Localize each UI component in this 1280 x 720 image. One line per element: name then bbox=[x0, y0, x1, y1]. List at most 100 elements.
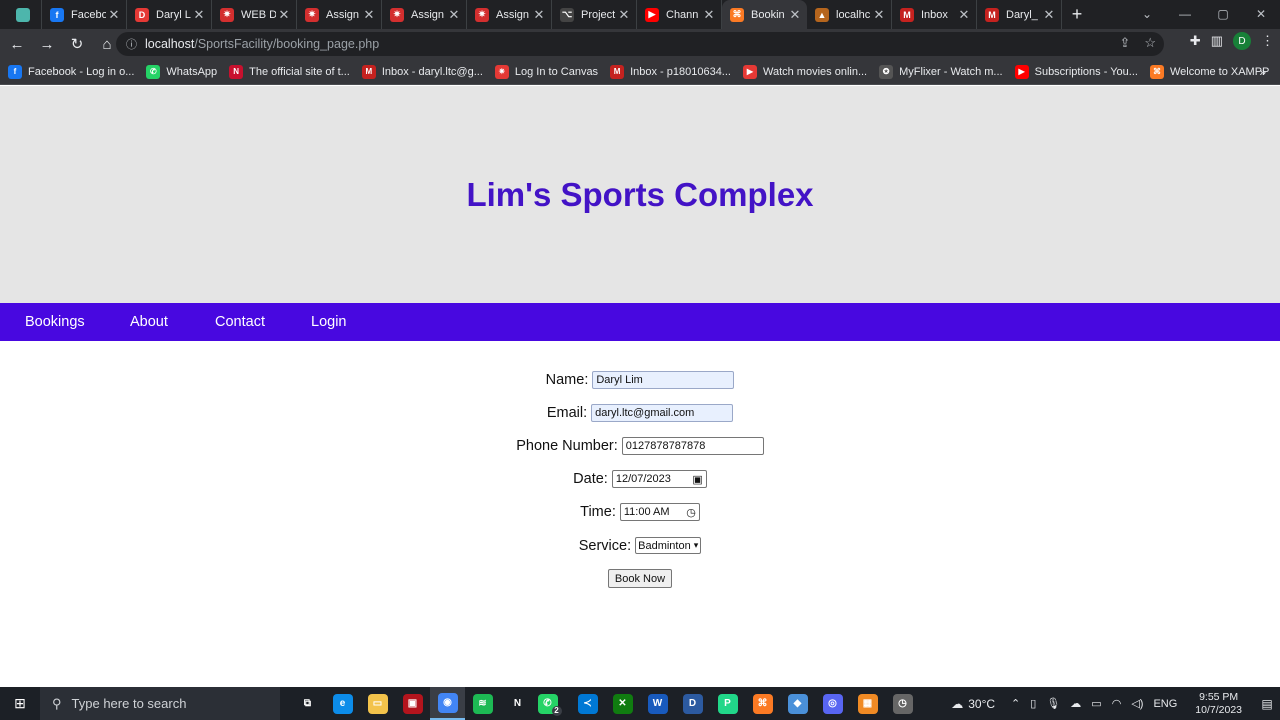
nav-about[interactable]: About bbox=[130, 314, 168, 330]
browser-tab[interactable]: f Facebo ✕ bbox=[42, 0, 127, 29]
taskbar-file-explorer-icon[interactable]: ▭ bbox=[360, 687, 395, 720]
taskbar-devc-icon[interactable]: D bbox=[675, 687, 710, 720]
back-button[interactable]: ← bbox=[4, 31, 30, 57]
browser-tab[interactable]: ✷ WEB D ✕ bbox=[212, 0, 297, 29]
taskbar-vscode-icon[interactable]: ≺ bbox=[570, 687, 605, 720]
tab-close-icon[interactable]: ✕ bbox=[191, 7, 207, 23]
menu-icon[interactable]: ⋮ bbox=[1261, 33, 1274, 49]
extensions-icon[interactable]: ✚ bbox=[1190, 33, 1201, 49]
taskbar-spotify-icon[interactable]: ≋ bbox=[465, 687, 500, 720]
tab-close-icon[interactable]: ✕ bbox=[616, 7, 632, 23]
taskbar-app-red-icon[interactable]: ▣ bbox=[395, 687, 430, 720]
language-indicator[interactable]: ENG bbox=[1153, 698, 1177, 710]
close-window-button[interactable]: ✕ bbox=[1242, 0, 1280, 29]
taskbar-whatsapp-icon[interactable]: ✆ 2 bbox=[535, 687, 570, 720]
windows-start-icon[interactable]: ⊞ bbox=[0, 687, 40, 720]
taskbar-edge-icon[interactable]: e bbox=[325, 687, 360, 720]
browser-tab[interactable]: M Inbox ✕ bbox=[892, 0, 977, 29]
bookmark-item[interactable]: N The official site of t... bbox=[229, 64, 350, 79]
bookmark-item[interactable]: M Inbox - p18010634... bbox=[610, 64, 731, 79]
browser-tab[interactable]: D Daryl L ✕ bbox=[127, 0, 212, 29]
taskbar-pycharm-icon[interactable]: P bbox=[710, 687, 745, 720]
date-input[interactable]: 12/07/2023 ▣ bbox=[611, 470, 707, 488]
notification-icon[interactable]: ▤ bbox=[1254, 697, 1280, 711]
minimize-button[interactable]: — bbox=[1166, 0, 1204, 29]
taskbar-discord-icon[interactable]: ◎ bbox=[815, 687, 850, 720]
tab-close-icon[interactable]: ✕ bbox=[871, 7, 887, 23]
tab-close-icon[interactable]: ✕ bbox=[701, 7, 717, 23]
tab-close-icon[interactable]: ✕ bbox=[956, 7, 972, 23]
wifi-icon[interactable]: ◠ bbox=[1112, 697, 1122, 710]
nav-login[interactable]: Login bbox=[311, 314, 346, 330]
book-now-button[interactable]: Book Now bbox=[607, 569, 673, 588]
share-icon[interactable]: ⇪ bbox=[1119, 35, 1130, 51]
browser-tab[interactable] bbox=[8, 0, 42, 29]
microphone-icon[interactable]: 🎙︎ bbox=[1046, 697, 1060, 710]
reload-button[interactable]: ↻ bbox=[64, 31, 90, 57]
bookmarks-overflow-icon[interactable]: » bbox=[1259, 65, 1266, 79]
calendar-icon[interactable]: ▣ bbox=[692, 473, 702, 486]
service-select[interactable]: Badminton ▾ bbox=[635, 537, 702, 554]
taskbar-chrome-icon[interactable]: ◉ bbox=[430, 687, 465, 720]
side-panel-icon[interactable]: ▥ bbox=[1211, 33, 1223, 49]
bookmark-item[interactable]: ▶ Subscriptions - You... bbox=[1014, 64, 1138, 79]
bookmark-item[interactable]: ✆ WhatsApp bbox=[146, 64, 217, 79]
profile-avatar[interactable]: D bbox=[1233, 32, 1251, 50]
taskbar-xampp-icon[interactable]: ⌘ bbox=[745, 687, 780, 720]
browser-tab[interactable]: ⌘ Bookin ✕ bbox=[722, 0, 807, 29]
tablet-icon[interactable]: ▯ bbox=[1030, 697, 1036, 710]
phone-input[interactable]: 0127878787878 bbox=[621, 437, 764, 455]
taskbar-app-clock-icon[interactable]: ◷ bbox=[885, 687, 920, 720]
browser-tab[interactable]: ✷ Assign ✕ bbox=[467, 0, 552, 29]
taskbar-app-orange-icon[interactable]: ▦ bbox=[850, 687, 885, 720]
nav-bookings[interactable]: Bookings bbox=[25, 314, 85, 330]
tab-favicon-icon: f bbox=[50, 7, 64, 22]
browser-tab[interactable]: ✷ Assign ✕ bbox=[297, 0, 382, 29]
name-input[interactable]: Daryl Lim bbox=[592, 371, 735, 389]
tab-title: Facebo bbox=[71, 8, 106, 21]
new-tab-button[interactable]: + bbox=[1062, 0, 1092, 29]
browser-tab[interactable]: ▶ Chann ✕ bbox=[637, 0, 722, 29]
battery-icon[interactable]: ▭ bbox=[1091, 697, 1101, 710]
site-info-icon[interactable]: ⓘ bbox=[126, 36, 137, 52]
tab-close-icon[interactable]: ✕ bbox=[531, 7, 547, 23]
taskbar-search-box[interactable]: ⚲ Type here to search bbox=[40, 687, 280, 720]
bookmark-star-icon[interactable]: ☆ bbox=[1144, 35, 1156, 51]
browser-tab[interactable]: M Daryl_ ✕ bbox=[977, 0, 1062, 29]
browser-tab[interactable]: ⌥ Project ✕ bbox=[552, 0, 637, 29]
nav-contact[interactable]: Contact bbox=[215, 314, 265, 330]
tab-close-icon[interactable]: ✕ bbox=[787, 7, 803, 23]
taskbar-xbox-icon[interactable]: ✕ bbox=[605, 687, 640, 720]
taskbar-notion-icon[interactable]: N bbox=[500, 687, 535, 720]
bookmark-item[interactable]: ⌘ Welcome to XAMPP bbox=[1149, 64, 1269, 79]
bookmark-item[interactable]: ✪ MyFlixer - Watch m... bbox=[879, 64, 1003, 79]
bookmark-item[interactable]: f Facebook - Log in o... bbox=[8, 64, 134, 79]
tab-title: Assign bbox=[496, 8, 530, 21]
bookmark-favicon-icon: ✷ bbox=[494, 64, 509, 79]
bookmark-item[interactable]: ✷ Log In to Canvas bbox=[494, 64, 598, 79]
forward-button[interactable]: → bbox=[34, 31, 60, 57]
email-input[interactable]: daryl.ltc@gmail.com bbox=[591, 404, 734, 422]
bookmark-item[interactable]: ▶ Watch movies onlin... bbox=[742, 64, 867, 79]
maximize-button[interactable]: ▢ bbox=[1204, 0, 1242, 29]
address-bar[interactable]: ⓘ localhost/SportsFacility/booking_page.… bbox=[116, 32, 1164, 56]
bookmark-item[interactable]: M Inbox - daryl.ltc@g... bbox=[361, 64, 483, 79]
volume-icon[interactable]: ◁) bbox=[1131, 697, 1143, 710]
taskbar-task-view-icon[interactable]: ⧉ bbox=[290, 687, 325, 720]
tab-close-icon[interactable]: ✕ bbox=[276, 7, 292, 23]
taskbar-word-icon[interactable]: W bbox=[640, 687, 675, 720]
tab-close-icon[interactable]: ✕ bbox=[446, 7, 462, 23]
clock[interactable]: 9:55 PM 10/7/2023 bbox=[1195, 691, 1242, 717]
tab-search-icon[interactable]: ⌄ bbox=[1128, 0, 1166, 29]
time-input[interactable]: 11:00 AM ◷ bbox=[619, 503, 700, 521]
browser-tab[interactable]: ▲ localhc ✕ bbox=[807, 0, 892, 29]
taskbar-app-cube-icon[interactable]: ◆ bbox=[780, 687, 815, 720]
tab-close-icon[interactable]: ✕ bbox=[106, 7, 122, 23]
browser-tab[interactable]: ✷ Assign ✕ bbox=[382, 0, 467, 29]
clock-icon[interactable]: ◷ bbox=[686, 506, 696, 519]
weather-widget[interactable]: ☁ 30°C bbox=[951, 697, 995, 711]
tab-close-icon[interactable]: ✕ bbox=[1041, 7, 1057, 23]
onedrive-icon[interactable]: ☁ bbox=[1070, 697, 1081, 710]
tray-overflow-icon[interactable]: ⌃ bbox=[1011, 697, 1020, 710]
tab-close-icon[interactable]: ✕ bbox=[361, 7, 377, 23]
